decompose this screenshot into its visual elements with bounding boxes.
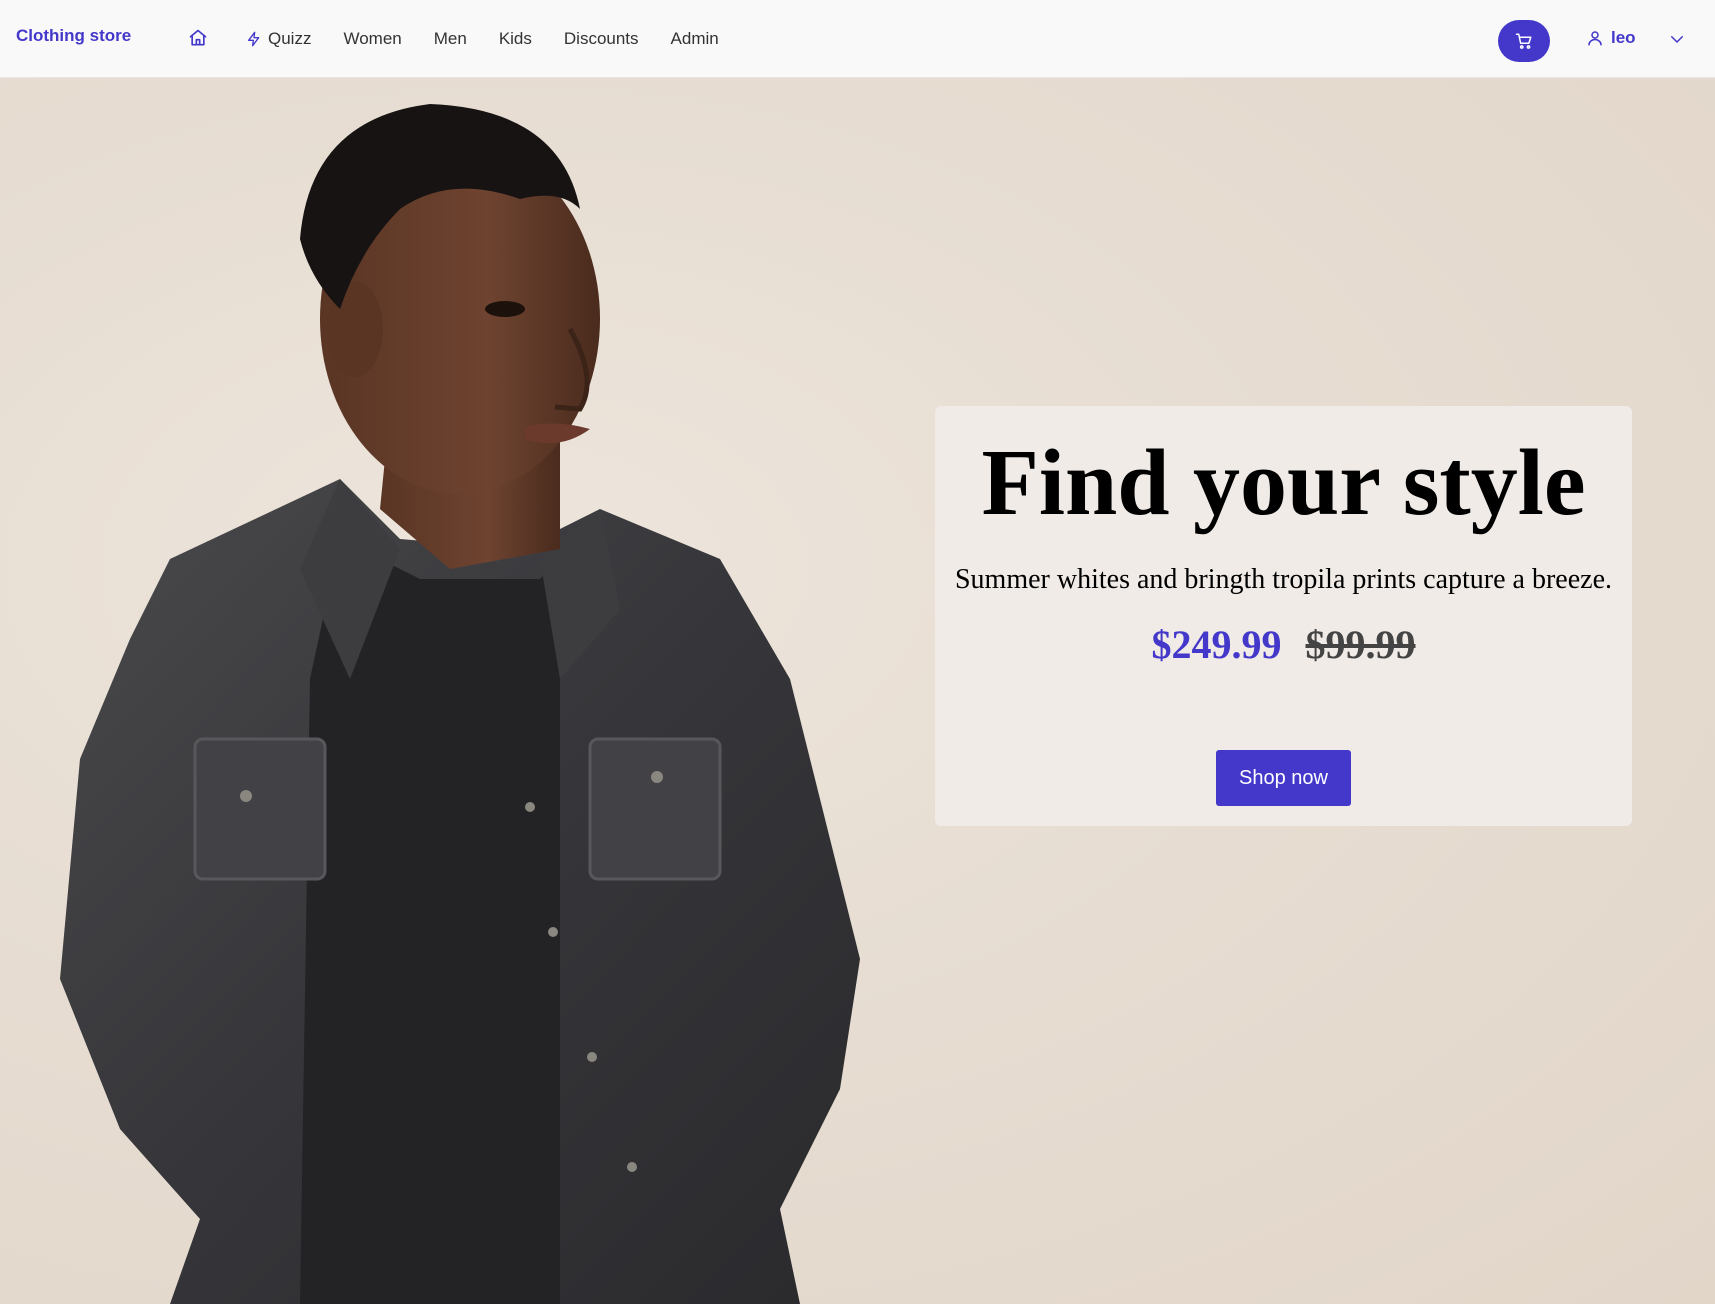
promo-subtitle: Summer whites and bringth tropila prints… [954, 564, 1612, 595]
nav-link-admin[interactable]: Admin [671, 29, 719, 49]
bolt-icon [248, 31, 260, 47]
price-current: $249.99 [1151, 622, 1282, 667]
cart-icon [1515, 33, 1532, 49]
nav-links: Quizz Women Men Kids Discounts Admin [246, 0, 751, 78]
home-icon[interactable] [188, 28, 210, 50]
nav-link-quizz[interactable]: Quizz [246, 29, 311, 49]
user-icon [1588, 31, 1602, 46]
price-block: $249.99 $99.99 [935, 621, 1632, 668]
hero-banner: Find your style Summer whites and bringt… [0, 79, 1715, 1304]
nav-link-men[interactable]: Men [434, 29, 467, 49]
user-menu[interactable]: leo [1586, 28, 1636, 48]
brand-logo-link[interactable]: Clothing store [16, 26, 131, 46]
price-original: $99.99 [1305, 622, 1416, 667]
nav-link-kids[interactable]: Kids [499, 29, 532, 49]
cart-button[interactable] [1498, 20, 1550, 62]
shop-now-button[interactable]: Shop now [1216, 750, 1351, 806]
nav-link-women[interactable]: Women [343, 29, 401, 49]
promo-card: Find your style Summer whites and bringt… [935, 406, 1632, 826]
chevron-down-icon[interactable] [1668, 30, 1686, 48]
nav-link-discounts[interactable]: Discounts [564, 29, 639, 49]
top-navbar: Clothing store Quizz Women Men Kids Disc… [0, 0, 1715, 78]
user-name: leo [1611, 28, 1636, 47]
nav-link-label: Quizz [268, 29, 312, 48]
model-photo [60, 104, 860, 1304]
promo-title: Find your style [981, 431, 1586, 535]
